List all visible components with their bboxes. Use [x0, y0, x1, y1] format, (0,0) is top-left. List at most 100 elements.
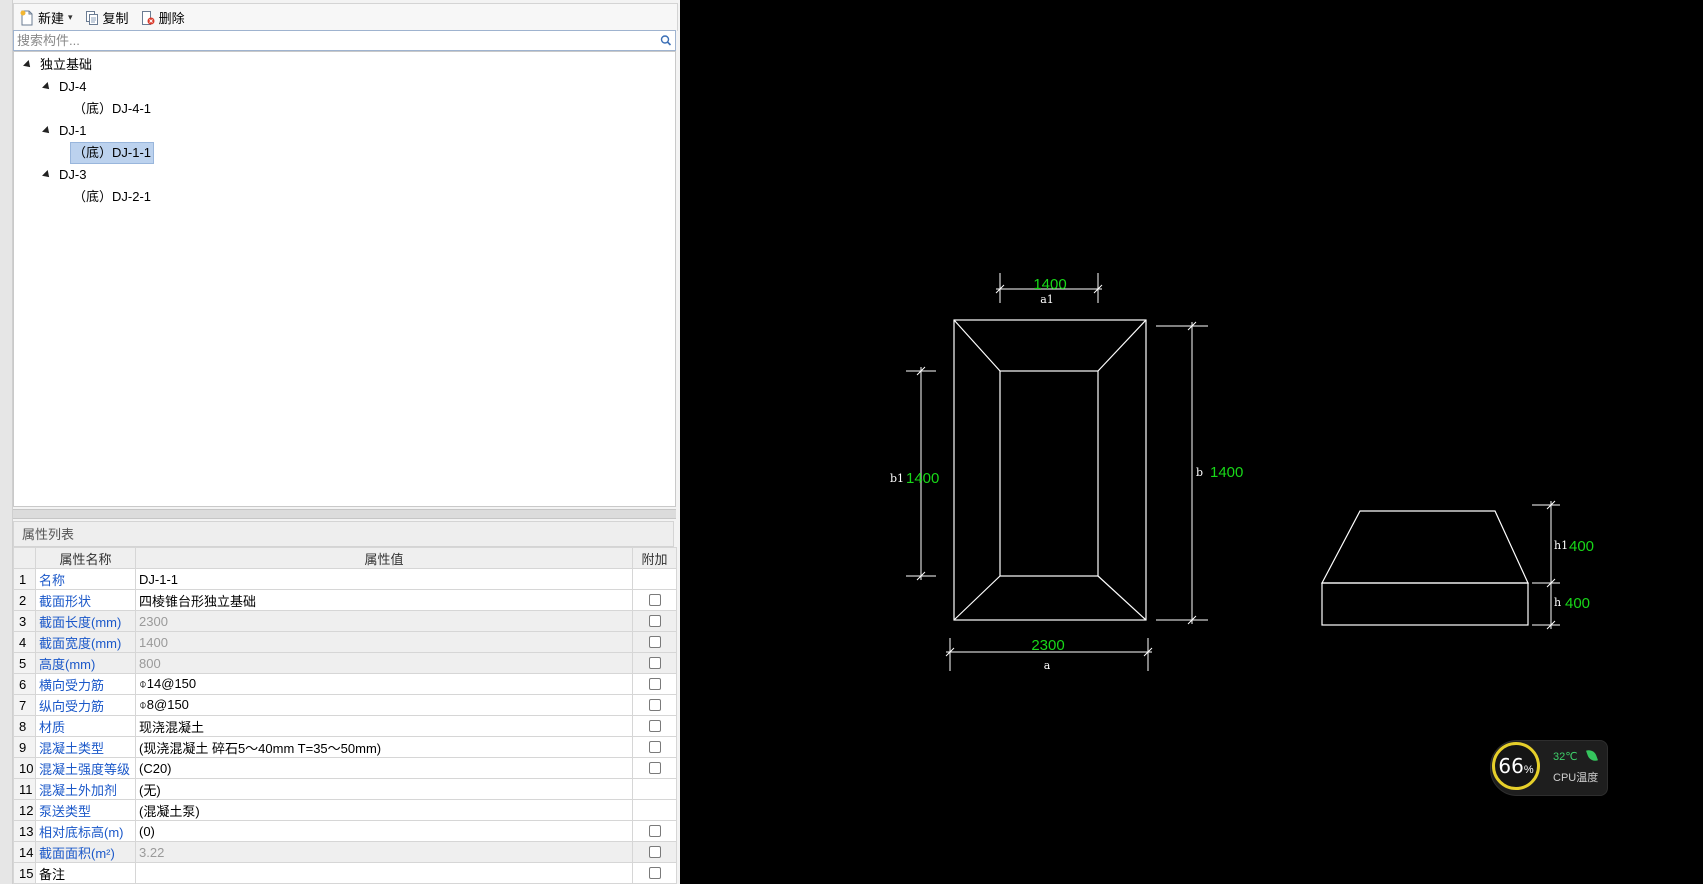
property-name: 高度(mm) — [35, 652, 136, 674]
base-block-outline — [1321, 582, 1529, 626]
delete-button[interactable]: 删除 — [135, 7, 191, 29]
toolbar: 新建 ▾ 复制 删除 — [13, 3, 678, 31]
search-icon[interactable] — [657, 32, 675, 49]
collapse-arrow-icon[interactable] — [42, 170, 52, 180]
slope-line — [1097, 319, 1147, 372]
a-label: a — [1044, 659, 1051, 672]
extra-cell — [632, 841, 677, 863]
dimension-h — [1532, 500, 1560, 630]
table-row[interactable]: 6 横向受力筋 ⌽14@150 — [13, 673, 677, 695]
extra-cell — [632, 757, 677, 779]
collapse-arrow-icon[interactable] — [42, 82, 52, 92]
property-value[interactable]: 现浇混凝土 — [135, 715, 633, 737]
row-number: 3 — [13, 610, 36, 632]
cpu-monitor-widget[interactable]: 66% 32℃ CPU温度 — [1490, 740, 1608, 796]
extra-checkbox[interactable] — [648, 657, 661, 669]
slope-line — [953, 319, 1001, 372]
tree-leaf-dj-2-1[interactable]: （底）DJ-2-1 — [73, 187, 151, 207]
table-row[interactable]: 13 相对底标高(m) (0) — [13, 820, 677, 842]
outer-outline — [953, 319, 1147, 621]
property-value[interactable]: ⌽8@150 — [135, 694, 633, 716]
b-label: b — [1196, 466, 1203, 479]
table-row[interactable]: 3 截面长度(mm) 2300 — [13, 610, 677, 632]
table-row[interactable]: 5 高度(mm) 800 — [13, 652, 677, 674]
tree-node-dj-3[interactable]: DJ-3 — [42, 165, 86, 185]
elevation-view — [1321, 510, 1529, 626]
table-row[interactable]: 1 名称 DJ-1-1 — [13, 568, 677, 590]
row-number: 8 — [13, 715, 36, 737]
row-number: 13 — [13, 820, 36, 842]
table-row[interactable]: 8 材质 现浇混凝土 — [13, 715, 677, 737]
property-value[interactable] — [135, 862, 633, 884]
property-value[interactable]: (无) — [135, 778, 633, 800]
extra-checkbox[interactable] — [648, 762, 661, 774]
table-row[interactable]: 15 备注 — [13, 862, 677, 884]
table-row[interactable]: 11 混凝土外加剂 (无) — [13, 778, 677, 800]
property-name: 名称 — [35, 568, 136, 590]
table-row[interactable]: 14 截面面积(m²) 3.22 — [13, 841, 677, 863]
property-value[interactable]: (混凝土泵) — [135, 799, 633, 821]
table-row[interactable]: 4 截面宽度(mm) 1400 — [13, 631, 677, 653]
tree-node-label: DJ-1 — [59, 123, 87, 138]
row-number: 6 — [13, 673, 36, 695]
frustum-outline — [1321, 510, 1529, 584]
property-name: 混凝土外加剂 — [35, 778, 136, 800]
table-row[interactable]: 10 混凝土强度等级 (C20) — [13, 757, 677, 779]
table-row[interactable]: 2 截面形状 四棱锥台形独立基础 — [13, 589, 677, 611]
property-value[interactable]: (现浇混凝土 碎石5～40mm T=35～50mm) — [135, 736, 633, 758]
plan-view — [953, 319, 1147, 621]
a-value: 2300 — [1031, 637, 1064, 654]
extra-cell — [632, 694, 677, 716]
row-number: 14 — [13, 841, 36, 863]
property-name: 截面宽度(mm) — [35, 631, 136, 653]
search-input[interactable] — [14, 32, 657, 49]
collapse-arrow-icon[interactable] — [42, 126, 52, 136]
tree-root[interactable]: 独立基础 — [23, 55, 92, 75]
table-row[interactable]: 12 泵送类型 (混凝土泵) — [13, 799, 677, 821]
property-value[interactable]: (C20) — [135, 757, 633, 779]
component-panel: 新建 ▾ 复制 删除 独立基础 DJ-4 （底）DJ-4-1 — [0, 0, 680, 884]
copy-button[interactable]: 复制 — [79, 7, 135, 29]
chevron-down-icon[interactable]: ▾ — [68, 12, 73, 23]
tree-node-label: DJ-4 — [59, 79, 87, 94]
extra-checkbox[interactable] — [648, 846, 661, 858]
tree-node-dj-1[interactable]: DJ-1 — [42, 121, 87, 141]
property-value[interactable]: 四棱锥台形独立基础 — [135, 589, 633, 611]
property-value[interactable]: DJ-1-1 — [135, 568, 633, 590]
property-value-header: 属性值 — [135, 547, 633, 569]
property-name: 纵向受力筋 — [35, 694, 136, 716]
extra-checkbox[interactable] — [648, 594, 661, 606]
tree-leaf-label: （底）DJ-1-1 — [73, 145, 152, 160]
cpu-usage-ring: 66% — [1492, 742, 1540, 790]
collapse-arrow-icon[interactable] — [23, 60, 33, 70]
table-row[interactable]: 7 纵向受力筋 ⌽8@150 — [13, 694, 677, 716]
extra-checkbox[interactable] — [648, 678, 661, 690]
property-value[interactable]: ⌽14@150 — [135, 673, 633, 695]
tree-leaf-label: （底）DJ-4-1 — [73, 101, 152, 116]
table-header-row: 属性名称 属性值 附加 — [13, 547, 677, 569]
extra-checkbox[interactable] — [648, 615, 661, 627]
extra-checkbox[interactable] — [648, 636, 661, 648]
property-name: 备注 — [35, 862, 136, 884]
property-value[interactable]: (0) — [135, 820, 633, 842]
property-name: 相对底标高(m) — [35, 820, 136, 842]
extra-checkbox[interactable] — [648, 720, 661, 732]
tree-leaf-dj-1-1[interactable]: （底）DJ-1-1 — [70, 142, 155, 164]
extra-checkbox[interactable] — [648, 741, 661, 753]
extra-checkbox[interactable] — [648, 699, 661, 711]
delete-icon — [141, 10, 155, 26]
row-number: 11 — [13, 778, 36, 800]
extra-checkbox[interactable] — [648, 825, 661, 837]
new-button-label: 新建 — [38, 11, 65, 26]
new-button[interactable]: 新建 ▾ — [14, 7, 79, 29]
panel-splitter[interactable] — [13, 509, 676, 519]
row-number: 2 — [13, 589, 36, 611]
table-row[interactable]: 9 混凝土类型 (现浇混凝土 碎石5～40mm T=35～50mm) — [13, 736, 677, 758]
tree-node-dj-4[interactable]: DJ-4 — [42, 77, 87, 97]
tree-leaf-dj-4-1[interactable]: （底）DJ-4-1 — [73, 99, 151, 119]
extra-header: 附加 — [632, 547, 677, 569]
new-file-icon — [20, 10, 34, 26]
extra-checkbox[interactable] — [648, 867, 661, 879]
extra-cell — [632, 568, 677, 590]
row-number: 10 — [13, 757, 36, 779]
